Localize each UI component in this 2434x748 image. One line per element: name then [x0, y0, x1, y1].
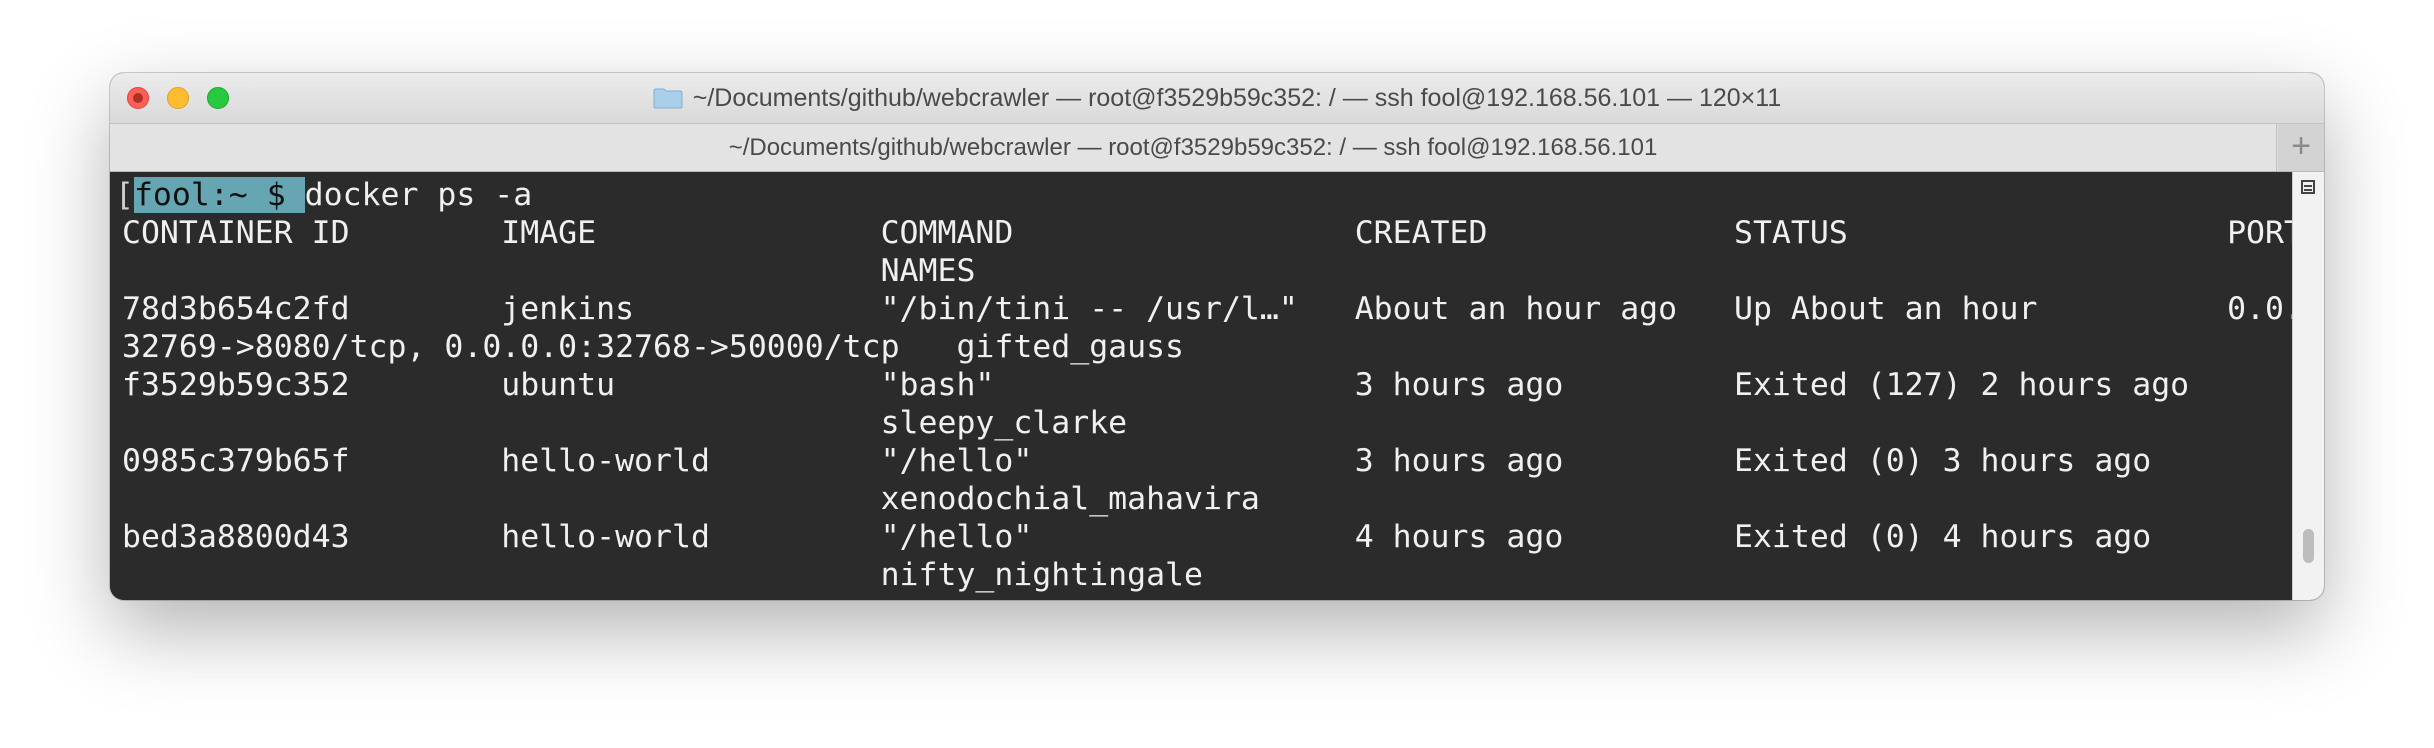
tab-bar: ~/Documents/github/webcrawler — root@f35…	[110, 124, 2324, 172]
output-line: f3529b59c352 ubuntu "bash" 3 hours ago E…	[122, 367, 2190, 403]
output-line: 32769->8080/tcp, 0.0.0.0:32768->50000/tc…	[122, 329, 1185, 365]
terminal-output[interactable]: [fool:~ $ docker ps -a CONTAINER ID IMAG…	[110, 172, 2324, 600]
tab-active[interactable]: ~/Documents/github/webcrawler — root@f35…	[110, 124, 2277, 171]
window-title: ~/Documents/github/webcrawler — root@f35…	[110, 85, 2324, 111]
output-line: sleepy_clarke	[122, 405, 1128, 441]
output-line: bed3a8800d43 hello-world "/hello" 4 hour…	[122, 519, 2152, 555]
output-line-header-names: NAMES	[122, 253, 976, 289]
window-title-text: ~/Documents/github/webcrawler — root@f35…	[692, 84, 1782, 112]
plus-icon: +	[2291, 127, 2311, 165]
shell-prompt: fool:~ $	[133, 177, 305, 213]
split-pane-icon[interactable]	[2301, 180, 2315, 194]
prompt-line: [fool:~ $ docker ps -a	[115, 176, 532, 214]
scrollbar[interactable]	[2292, 172, 2324, 600]
output-line: 0985c379b65f hello-world "/hello" 3 hour…	[122, 443, 2152, 479]
folder-icon	[653, 88, 683, 109]
terminal-window: ~/Documents/github/webcrawler — root@f35…	[110, 73, 2324, 600]
output-line: xenodochial_mahavira	[122, 481, 1260, 517]
output-line: 78d3b654c2fd jenkins "/bin/tini -- /usr/…	[122, 291, 2324, 327]
output-line: nifty_nightingale	[122, 557, 1203, 593]
command-text: docker ps -a	[304, 177, 533, 213]
output-line-header: CONTAINER ID IMAGE COMMAND CREATED STATU…	[122, 215, 2322, 251]
scroll-thumb[interactable]	[2303, 529, 2314, 563]
cursor-bracket: [	[115, 177, 134, 213]
new-tab-button[interactable]: +	[2278, 124, 2324, 171]
title-bar[interactable]: ~/Documents/github/webcrawler — root@f35…	[110, 73, 2324, 124]
